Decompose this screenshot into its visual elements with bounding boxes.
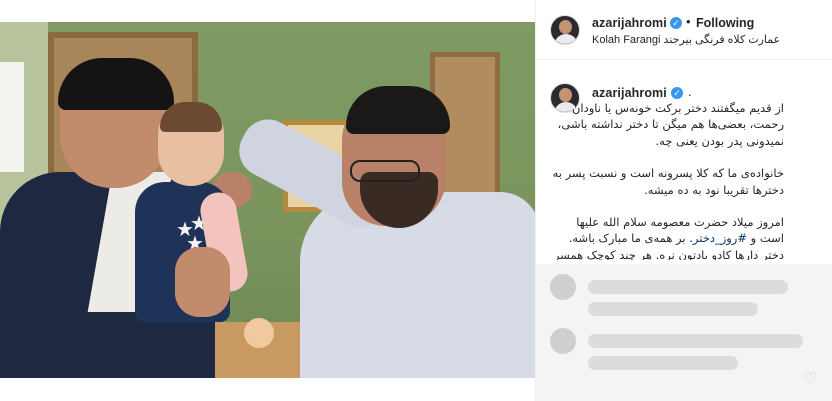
header-separator: • — [686, 14, 691, 29]
blurred-comment — [588, 356, 738, 370]
blurred-comment — [588, 302, 758, 316]
post-photo[interactable]: ★ ★ ★ — [0, 22, 535, 378]
verified-badge-icon: ✓ — [670, 17, 682, 29]
caption-username[interactable]: azarijahromi — [592, 86, 667, 100]
blurred-comments-area: ♡ — [536, 264, 832, 401]
photo-baby-hair — [160, 102, 222, 132]
blurred-avatar — [550, 274, 576, 300]
caption-paragraph: خانواده‌ی ما که کلا پسرونه است و نسبت پس… — [552, 166, 784, 197]
caption-trailing-char: . — [688, 84, 692, 99]
location-link[interactable]: Kolah Farangi عمارت کلاه فرنگی بیرجند — [592, 33, 780, 46]
avatar[interactable] — [550, 15, 580, 45]
caption-paragraph: امروز میلاد حضرت معصومه سلام الله علیها … — [550, 214, 784, 260]
photo-man-left-hand — [175, 247, 230, 317]
photo-paper — [0, 62, 24, 172]
heart-icon[interactable]: ♡ — [802, 371, 818, 386]
caption-paragraph: از قدیم میگفتند دختر برکت خونه‌س یا ناود… — [557, 101, 784, 148]
caption-text: از قدیم میگفتند دختر برکت خونه‌س یا ناود… — [550, 100, 784, 260]
post-header: azarijahromi ✓ • Following Kolah Farangi… — [536, 0, 832, 60]
header-username[interactable]: azarijahromi — [592, 16, 667, 30]
photo-toy — [244, 318, 274, 348]
blurred-avatar — [550, 328, 576, 354]
blurred-comment — [588, 280, 788, 294]
verified-badge-icon: ✓ — [671, 87, 683, 99]
caption-text-segment: . بر همه‌ی ما مبارک باشه. دختر دارها کاد… — [553, 231, 784, 260]
blurred-comment — [588, 334, 803, 348]
instagram-post: ★ ★ ★ azarijahromi ✓ • Following Kolah F… — [0, 0, 832, 401]
post-side-panel: azarijahromi ✓ • Following Kolah Farangi… — [535, 0, 832, 401]
following-button[interactable]: Following — [696, 16, 754, 30]
photo-glasses — [350, 160, 420, 182]
post-caption: azarijahromi ✓ . از قدیم میگفتند دختر بر… — [536, 70, 832, 260]
hashtag-link[interactable]: #روز_دختر — [693, 231, 747, 245]
